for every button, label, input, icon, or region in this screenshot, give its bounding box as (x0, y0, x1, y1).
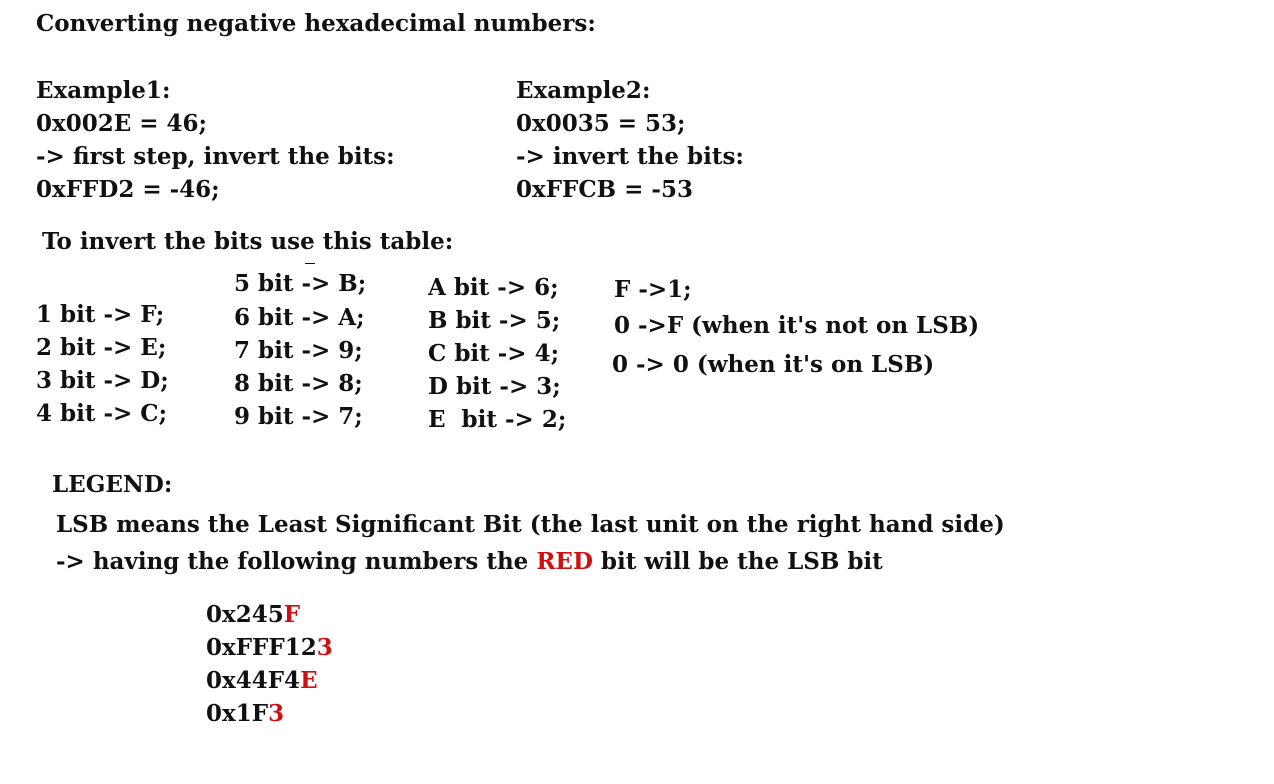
table-entry: 1 bit -> F; (36, 301, 165, 328)
lsb-example: 0x245F (206, 603, 300, 626)
lsb-digit: 3 (268, 700, 285, 727)
table-entry: 2 bit -> E; (36, 334, 167, 361)
legend-line2-after: bit will be the LSB bit (592, 548, 883, 575)
table-entry: C bit -> 4; (428, 340, 560, 367)
table-entry: 8 bit -> 8; (234, 370, 363, 397)
example2-line2: -> invert the bits: (516, 143, 744, 170)
example1-line2: -> first step, invert the bits: (36, 143, 395, 170)
example1-line1: 0x002E = 46; (36, 110, 208, 137)
stray-mark (305, 263, 315, 264)
lsb-example: 0x44F4E (206, 669, 318, 692)
table-entry: 4 bit -> C; (36, 400, 168, 427)
page-title: Converting negative hexadecimal numbers: (36, 10, 596, 37)
table-entry: 6 bit -> A; (234, 304, 365, 331)
example2-line1: 0x0035 = 53; (516, 110, 686, 137)
table-entry: 5 bit -> B; (234, 270, 367, 297)
table-entry: 0 -> 0 (when it's on LSB) (612, 351, 935, 378)
legend-line2-before: -> having the following numbers the (56, 548, 537, 575)
example1-line3: 0xFFD2 = -46; (36, 176, 220, 203)
example1-heading: Example1: (36, 77, 171, 104)
table-heading: To invert the bits use this table: (42, 228, 454, 255)
lsb-example: 0xFFF123 (206, 636, 333, 659)
table-entry: D bit -> 3; (428, 373, 561, 400)
lsb-example: 0x1F3 (206, 702, 284, 725)
table-entry: 3 bit -> D; (36, 367, 169, 394)
legend-line1: LSB means the Least Significant Bit (the… (56, 511, 1005, 538)
lsb-digit: 3 (316, 634, 333, 661)
legend-red-word: RED (536, 548, 593, 575)
example2-heading: Example2: (516, 77, 651, 104)
table-entry: 9 bit -> 7; (234, 403, 363, 430)
example2-line3: 0xFFCB = -53 (516, 176, 693, 203)
lsb-digit: E (300, 667, 318, 694)
lsb-example-prefix: 0xFFF12 (206, 634, 317, 661)
table-entry: B bit -> 5; (428, 307, 561, 334)
legend-line2: -> having the following numbers the RED … (56, 550, 883, 573)
table-entry: 0 ->F (when it's not on LSB) (614, 312, 980, 339)
table-entry: F ->1; (614, 276, 692, 303)
table-entry: A bit -> 6; (428, 274, 559, 301)
legend-heading: LEGEND: (52, 471, 173, 498)
lsb-example-prefix: 0x44F4 (206, 667, 301, 694)
lsb-example-prefix: 0x245 (206, 601, 284, 628)
table-entry: 7 bit -> 9; (234, 337, 363, 364)
lsb-digit: F (283, 601, 301, 628)
table-entry: E bit -> 2; (428, 406, 567, 433)
lsb-example-prefix: 0x1F (206, 700, 269, 727)
